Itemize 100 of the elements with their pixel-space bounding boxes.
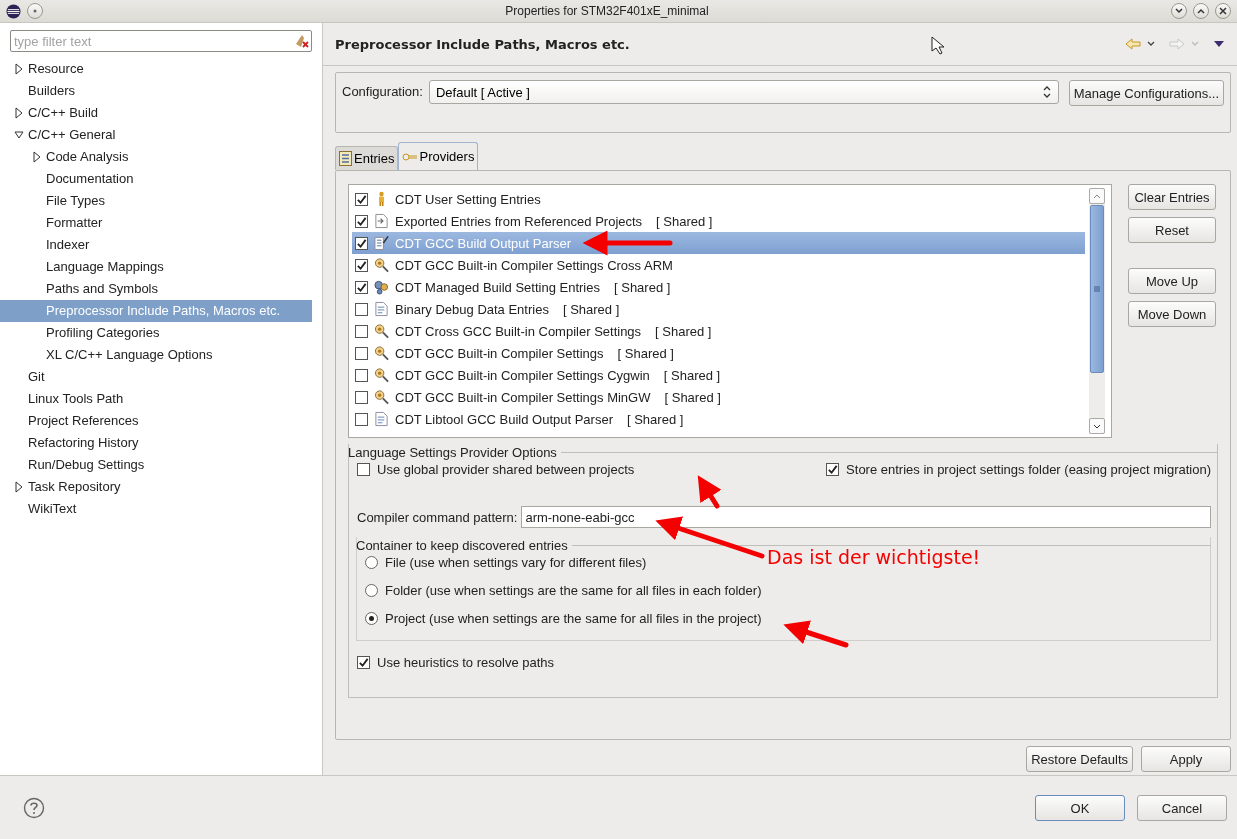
- list-item[interactable]: CDT User Setting Entries: [352, 188, 1085, 210]
- checkbox[interactable]: [355, 236, 368, 250]
- minimize-button[interactable]: [1171, 3, 1187, 19]
- chevron-up-icon: [1093, 193, 1101, 199]
- dialog-button[interactable]: OK: [1035, 795, 1125, 821]
- tree-item[interactable]: Git: [24, 367, 49, 387]
- list-item[interactable]: CDT GCC Built-in Compiler Settings Cross ARM: [352, 254, 1085, 276]
- window-menu-button[interactable]: [27, 3, 43, 19]
- configuration-dropdown[interactable]: Default [ Active ]: [428, 80, 1059, 104]
- expander-icon[interactable]: [14, 129, 24, 141]
- maximize-button[interactable]: [1193, 3, 1209, 19]
- list-item[interactable]: CDT Cross GCC Built-in Compiler Settings [ Shared ]: [352, 320, 1085, 342]
- tree-item[interactable]: Language Mappings: [42, 257, 168, 277]
- tab[interactable]: Entries: [335, 146, 399, 170]
- checkbox-label: Store entries in project settings folder (easing project migration): [846, 462, 1211, 477]
- tree-item[interactable]: Task Repository: [24, 477, 125, 497]
- scroll-thumb[interactable]: [1090, 205, 1104, 373]
- page-action-button[interactable]: Restore Defaults: [1026, 746, 1133, 772]
- provider-action-button[interactable]: Reset: [1128, 217, 1216, 243]
- tree-item[interactable]: Paths and Symbols: [42, 279, 162, 299]
- tab[interactable]: Providers: [398, 142, 479, 170]
- tree-item[interactable]: Indexer: [42, 235, 94, 255]
- tree-item[interactable]: Refactoring History: [24, 433, 143, 453]
- provider-action-button[interactable]: Move Up: [1128, 268, 1216, 294]
- group-label: Language Settings Provider Options: [348, 444, 557, 460]
- tree-item[interactable]: File Types: [42, 191, 109, 211]
- list-item[interactable]: CDT GCC Built-in Compiler Settings MinGW [ Shared ]: [352, 386, 1085, 408]
- grip-icon: [1094, 286, 1100, 292]
- view-menu-icon[interactable]: [1213, 40, 1225, 48]
- radio-label: File (use when settings vary for different files): [385, 555, 647, 570]
- tree-item[interactable]: Resource: [24, 59, 88, 79]
- page-action-button[interactable]: Apply: [1141, 746, 1231, 772]
- checkbox[interactable]: [355, 346, 368, 360]
- tree-item[interactable]: C/C++ General: [24, 125, 120, 145]
- close-button[interactable]: [1215, 3, 1231, 19]
- group-label: Container to keep discovered entries: [356, 537, 568, 553]
- tree-item[interactable]: Project References: [24, 411, 143, 431]
- manage-configurations-button[interactable]: Manage Configurations...: [1068, 80, 1224, 106]
- expander-icon[interactable]: [14, 107, 24, 119]
- tree-item[interactable]: Code Analysis: [42, 147, 133, 167]
- magnifier-icon: [374, 389, 389, 405]
- expander-icon[interactable]: [14, 481, 24, 493]
- provider-action-button[interactable]: Move Down: [1128, 301, 1216, 327]
- tree-item[interactable]: WikiText: [24, 499, 81, 519]
- pattern-field[interactable]: arm-none-eabi-gcc: [521, 506, 1211, 528]
- list-icon: [339, 151, 352, 166]
- checkbox[interactable]: [355, 214, 368, 228]
- tree-item[interactable]: Formatter: [42, 213, 107, 233]
- checkbox[interactable]: [355, 302, 368, 316]
- scroll-down-button[interactable]: [1089, 418, 1105, 434]
- annotation-text: Das ist der wichtigste!: [767, 546, 981, 568]
- radio-button[interactable]: [365, 612, 378, 625]
- scroll-up-button[interactable]: [1089, 188, 1105, 204]
- list-item[interactable]: Exported Entries from Referenced Projects [ Shared ]: [352, 210, 1085, 232]
- checkbox[interactable]: [355, 258, 368, 272]
- pattern-label: Compiler command pattern:: [357, 509, 518, 525]
- tree-item[interactable]: C/C++ Build: [24, 103, 103, 123]
- radio-button[interactable]: [365, 556, 378, 569]
- list-item[interactable]: CDT Libtool GCC Build Output Parser [ Shared ]: [352, 408, 1085, 430]
- dropdown-caret-icon[interactable]: [1147, 41, 1155, 47]
- radio-button[interactable]: [365, 584, 378, 597]
- checkbox-label: Use heuristics to resolve paths: [377, 655, 555, 670]
- list-item[interactable]: CDT GCC Built-in Compiler Settings Cygwin [ Shared ]: [352, 364, 1085, 386]
- checkbox[interactable]: [355, 280, 368, 294]
- chevron-down-icon: [1093, 423, 1101, 429]
- tree-item[interactable]: Linux Tools Path: [24, 389, 128, 409]
- tree-item[interactable]: Documentation: [42, 169, 138, 189]
- checkbox[interactable]: [826, 463, 840, 476]
- magnifier-icon: [374, 367, 389, 383]
- checkbox[interactable]: [357, 656, 370, 669]
- document-icon: [374, 411, 389, 427]
- annotation-arrow: [783, 620, 849, 648]
- checkbox[interactable]: [355, 412, 368, 426]
- checkbox[interactable]: [355, 324, 368, 338]
- expander-icon[interactable]: [32, 151, 42, 163]
- magnifier-icon: [374, 345, 389, 361]
- list-item[interactable]: CDT Managed Build Setting Entries [ Shared ]: [352, 276, 1085, 298]
- tree-item[interactable]: Run/Debug Settings: [24, 455, 149, 475]
- filter-field[interactable]: type filter text: [10, 30, 312, 52]
- clear-icon[interactable]: [293, 34, 309, 48]
- tree-item[interactable]: XL C/C++ Language Options: [42, 345, 217, 365]
- chevron-down-icon: [1175, 8, 1183, 14]
- provider-action-button[interactable]: Clear Entries: [1128, 184, 1216, 210]
- tree-item[interactable]: Profiling Categories: [42, 323, 164, 343]
- window-title: Properties for STM32F401xE_minimal: [504, 4, 710, 18]
- document-icon: [374, 301, 389, 317]
- magnifier-icon: [374, 323, 389, 339]
- tree-item[interactable]: Builders: [24, 81, 79, 101]
- expander-icon[interactable]: [14, 63, 24, 75]
- dialog-button[interactable]: Cancel: [1137, 795, 1227, 821]
- radio-label: Project (use when settings are the same for all files in the project): [385, 611, 762, 626]
- list-item[interactable]: Binary Debug Data Entries [ Shared ]: [352, 298, 1085, 320]
- checkbox[interactable]: [355, 192, 368, 206]
- document-pencil-icon: [374, 235, 389, 251]
- list-item[interactable]: CDT GCC Built-in Compiler Settings [ Shared ]: [352, 342, 1085, 364]
- checkbox[interactable]: [355, 390, 368, 404]
- app-logo-icon: [6, 3, 21, 19]
- help-icon[interactable]: [23, 797, 45, 819]
- checkbox[interactable]: [355, 368, 368, 382]
- checkbox[interactable]: [357, 463, 370, 476]
